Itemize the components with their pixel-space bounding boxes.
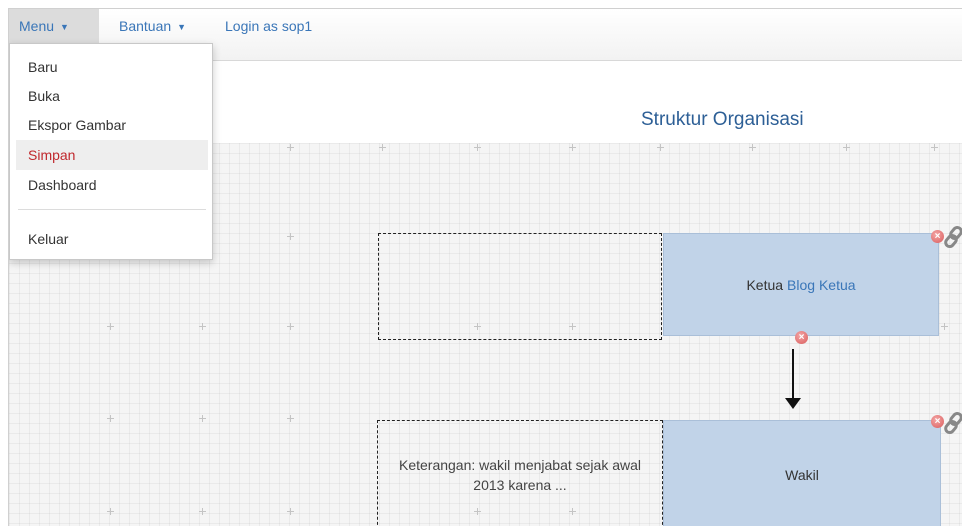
connector-line	[792, 349, 794, 399]
grid-marker	[931, 144, 938, 151]
ketua-label: Ketua	[746, 276, 784, 293]
keterangan-note-box[interactable]: Keterangan: wakil menjabat sejak awal 20…	[377, 420, 663, 526]
grid-marker	[749, 144, 756, 151]
connector-arrowhead	[785, 398, 801, 409]
grid-marker	[287, 323, 294, 330]
grid-marker	[287, 144, 294, 151]
grid-marker	[843, 144, 850, 151]
grid-marker	[107, 323, 114, 330]
bantuan-dropdown-toggle[interactable]: Bantuan ▼	[119, 9, 186, 43]
menu-item-baru[interactable]: Baru	[10, 52, 212, 82]
login-link[interactable]: Login as sop1	[225, 9, 312, 43]
close-circle-icon[interactable]: ×	[931, 230, 944, 243]
close-circle-icon[interactable]: ×	[931, 415, 944, 428]
grid-marker	[287, 415, 294, 422]
menu-dropdown: Baru Buka Ekspor Gambar Simpan Dashboard…	[9, 43, 213, 260]
ketua-name-link[interactable]: Blog Ketua	[787, 277, 856, 293]
caret-down-icon: ▼	[177, 22, 187, 33]
keterangan-text: Keterangan: wakil menjabat sejak awal 20…	[398, 457, 642, 493]
grid-marker	[107, 415, 114, 422]
wakil-node[interactable]: Wakil	[663, 420, 941, 526]
page-title: Struktur Organisasi	[641, 109, 804, 130]
empty-note-box[interactable]	[378, 233, 662, 340]
grid-marker	[474, 144, 481, 151]
menu-item-buka[interactable]: Buka	[10, 81, 212, 111]
grid-marker	[287, 508, 294, 515]
menu-item-simpan[interactable]: Simpan	[16, 140, 208, 170]
ketua-node[interactable]: Ketua Blog Ketua	[663, 233, 939, 336]
close-circle-icon[interactable]: ×	[795, 331, 808, 344]
wakil-label: Wakil	[785, 467, 819, 483]
grid-marker	[199, 508, 206, 515]
caret-down-icon: ▼	[60, 22, 69, 33]
menu-item-ekspor-gambar[interactable]: Ekspor Gambar	[10, 110, 212, 140]
chain-link-icon[interactable]	[944, 411, 962, 435]
grid-marker	[199, 323, 206, 330]
grid-marker	[107, 508, 114, 515]
menu-divider	[18, 209, 206, 210]
bantuan-label: Bantuan	[119, 18, 172, 34]
chain-link-icon[interactable]	[944, 225, 962, 249]
menu-dropdown-toggle[interactable]: Menu ▼	[9, 9, 99, 43]
grid-marker	[287, 233, 294, 240]
menu-item-dashboard[interactable]: Dashboard	[10, 170, 212, 200]
grid-marker	[569, 144, 576, 151]
grid-marker	[379, 144, 386, 151]
menu-label: Menu	[19, 18, 55, 34]
grid-marker	[941, 323, 948, 330]
grid-marker	[657, 144, 664, 151]
menu-item-keluar[interactable]: Keluar	[10, 224, 212, 254]
grid-marker	[199, 415, 206, 422]
app-frame: Menu ▼ Bantuan ▼ Login as sop1 Struktur Or…	[8, 8, 962, 526]
